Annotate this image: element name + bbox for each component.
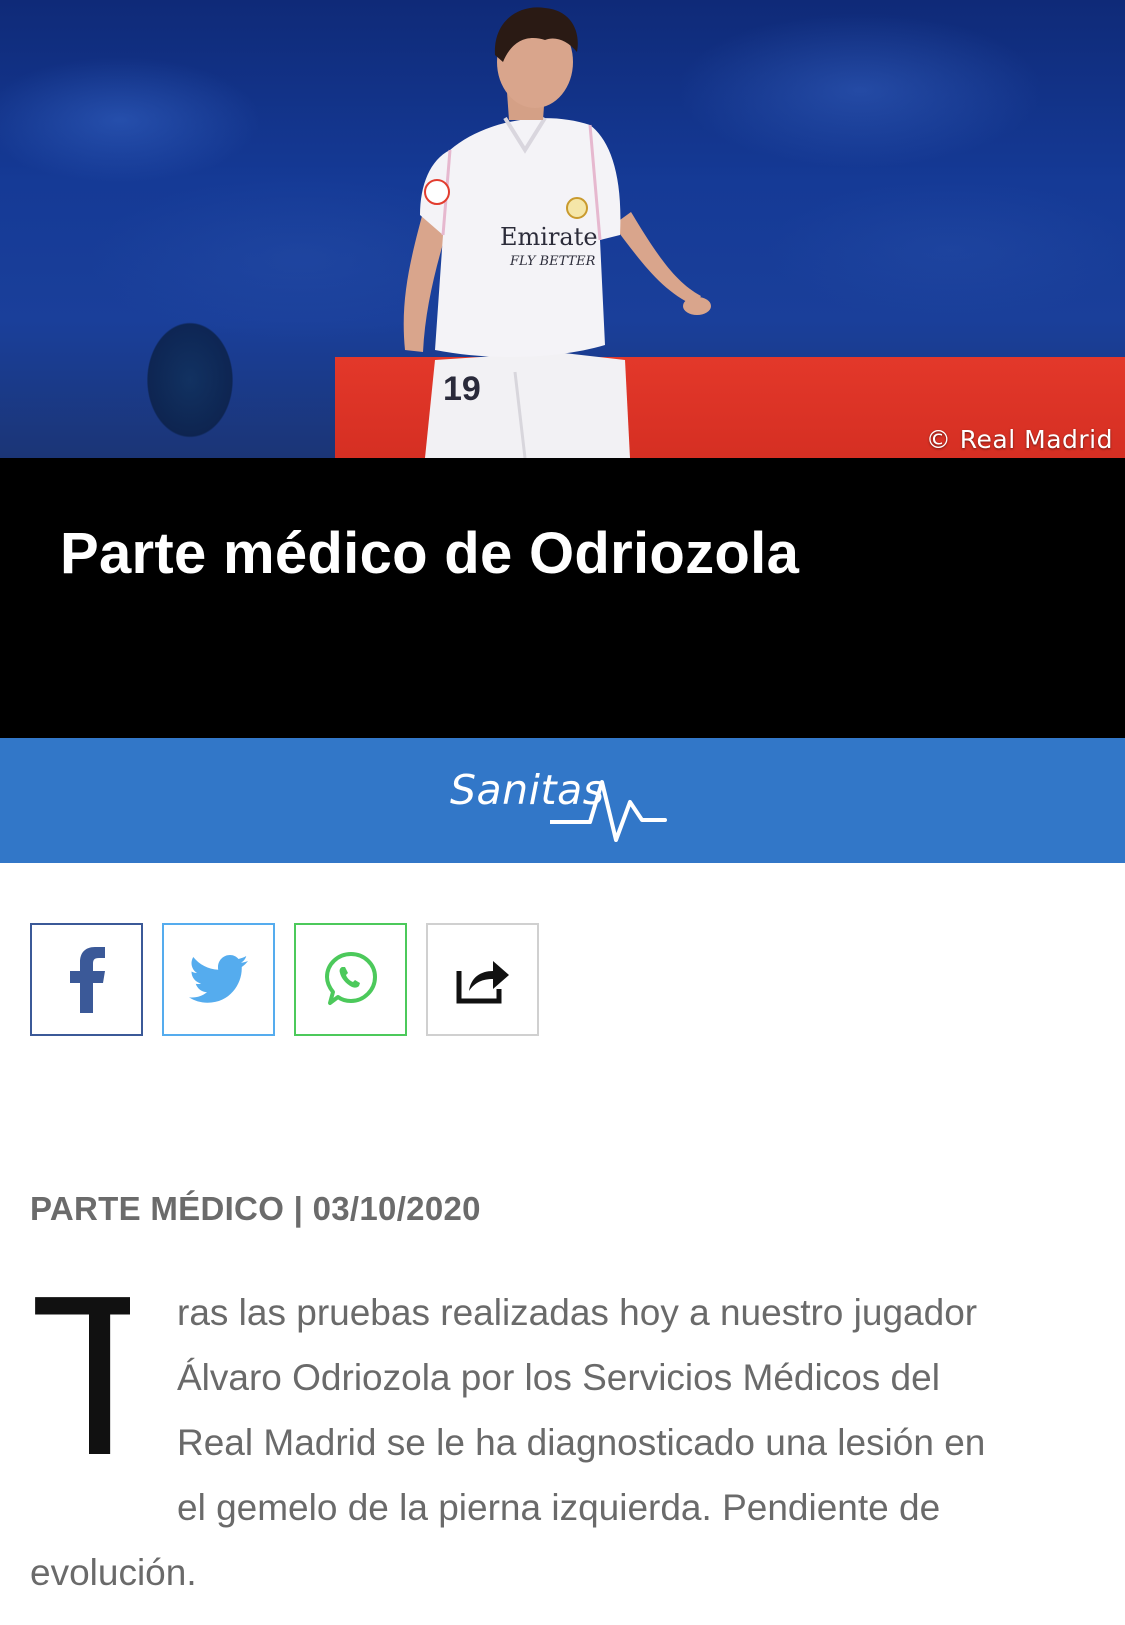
svg-text:Emirate: Emirate xyxy=(500,223,598,251)
body-line: el gemelo de la pierna izquierda. Pendie… xyxy=(177,1487,941,1528)
photographer-silhouette xyxy=(130,290,250,458)
whatsapp-share-button[interactable] xyxy=(294,923,407,1036)
twitter-icon xyxy=(188,954,248,1003)
facebook-share-button[interactable] xyxy=(30,923,143,1036)
article-body: ras las pruebas realizadas hoy a nuestro… xyxy=(30,1280,1095,1605)
body-line: evolución. xyxy=(30,1552,197,1593)
body-line: Álvaro Odriozola por los Servicios Médic… xyxy=(177,1357,940,1398)
photo-credit: © Real Madrid xyxy=(925,425,1113,454)
body-line: Real Madrid se le ha diagnosticado una l… xyxy=(177,1422,986,1463)
whatsapp-icon xyxy=(324,951,377,1005)
twitter-share-button[interactable] xyxy=(162,923,275,1036)
svg-text:19: 19 xyxy=(443,370,481,408)
facebook-icon xyxy=(69,946,105,1013)
share-arrow-icon xyxy=(456,960,509,1003)
body-line: ras las pruebas realizadas hoy a nuestro… xyxy=(177,1292,978,1333)
title-block: Parte médico de Odriozola xyxy=(0,458,1125,738)
native-share-button[interactable] xyxy=(426,923,539,1036)
article-meta: PARTE MÉDICO | 03/10/2020 xyxy=(30,1190,481,1227)
player-figure: Emirate FLY BETTER 19 xyxy=(403,7,711,458)
hero-image: Emirate FLY BETTER 19 © Real Madrid xyxy=(0,0,1125,458)
sponsor-bar[interactable]: Sanitas xyxy=(0,738,1125,863)
sanitas-logo[interactable]: Sanitas xyxy=(450,762,690,842)
heartbeat-icon xyxy=(550,780,667,842)
svg-text:FLY BETTER: FLY BETTER xyxy=(509,254,596,269)
article-title: Parte médico de Odriozola xyxy=(60,521,800,586)
